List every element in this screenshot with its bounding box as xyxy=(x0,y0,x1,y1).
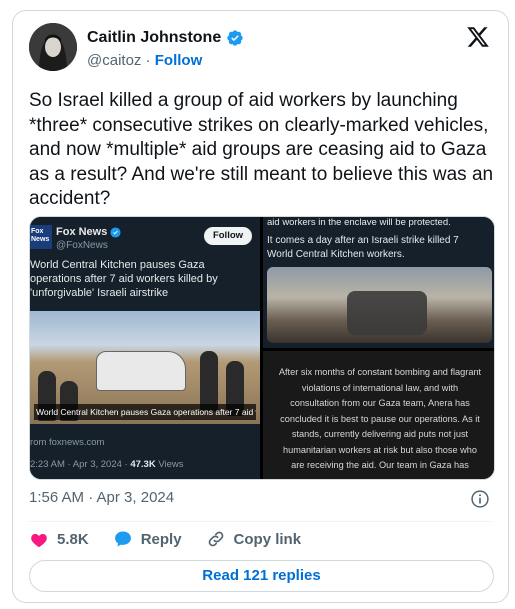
reply-bubble-icon xyxy=(114,531,131,547)
person-shape xyxy=(200,351,218,411)
follow-button[interactable]: Follow xyxy=(155,52,203,69)
fox-news-meta: 2:23 AM · Apr 3, 2024 · 47.3K Views xyxy=(30,459,184,470)
handle-separator: · xyxy=(145,52,151,69)
media-anera-statement[interactable]: After six months of constant bombing and… xyxy=(263,351,494,479)
photo-caption: World Central Kitchen pauses Gaza operat… xyxy=(34,404,256,420)
media-grid[interactable]: Fox News Fox News @FoxNews Follow World … xyxy=(29,216,495,480)
author-handle-row: @caitoz · Follow xyxy=(87,52,202,69)
fox-news-views-label: Views xyxy=(155,459,184,470)
copy-link-label: Copy link xyxy=(233,530,302,548)
heart-icon xyxy=(31,534,47,548)
fox-news-handle: @FoxNews xyxy=(56,240,108,251)
media-fox-news-screenshot[interactable]: Fox News Fox News @FoxNews Follow World … xyxy=(30,217,260,479)
tweet-card: Caitlin Johnstone @caitoz · Follow So Is… xyxy=(12,10,509,603)
tweet-text: So Israel killed a group of aid workers … xyxy=(29,90,494,209)
media-wck-screenshot[interactable]: aid workers in the enclave will be prote… xyxy=(263,217,494,348)
wck-text-line2: It comes a day after an Israeli strike k… xyxy=(267,235,459,260)
fox-news-meta-time: 2:23 AM · Apr 3, 2024 · xyxy=(30,459,131,470)
fox-news-headline: World Central Kitchen pauses Gaza operat… xyxy=(30,259,218,299)
verified-badge-icon xyxy=(110,226,121,238)
wck-text-line1: aid workers in the enclave will be prote… xyxy=(267,217,451,228)
author-name-row: Caitlin Johnstone xyxy=(87,29,244,47)
info-icon[interactable] xyxy=(470,489,490,509)
divider xyxy=(29,521,492,522)
fox-news-logo: Fox News xyxy=(30,225,52,249)
reply-button[interactable]: Reply xyxy=(113,529,182,549)
like-button[interactable]: 5.8K xyxy=(29,529,89,549)
anera-statement-text: After six months of constant bombing and… xyxy=(278,367,482,470)
link-source: rom foxnews.com xyxy=(30,437,105,448)
avatar[interactable] xyxy=(29,23,77,71)
like-count: 5.8K xyxy=(57,530,89,548)
aid-vehicle-photo: World Central Kitchen pauses Gaza operat… xyxy=(30,311,260,424)
fox-news-name-row: Fox News xyxy=(56,226,121,238)
read-replies-button[interactable]: Read 121 replies xyxy=(29,560,494,592)
author-name[interactable]: Caitlin Johnstone xyxy=(87,29,221,47)
vehicle-shape xyxy=(96,351,186,391)
fox-news-name: Fox News xyxy=(56,226,108,238)
tweet-timestamp[interactable]: 1:56 AM · Apr 3, 2024 xyxy=(29,489,174,506)
wreck-shape xyxy=(347,291,427,335)
reply-label: Reply xyxy=(140,530,182,548)
verified-badge-icon xyxy=(227,30,243,46)
fox-news-follow-button: Follow xyxy=(204,227,252,245)
action-bar: 5.8K Reply Copy link xyxy=(29,529,325,549)
copy-link-button[interactable]: Copy link xyxy=(206,529,302,549)
x-logo-icon[interactable] xyxy=(466,25,490,49)
fox-news-views-count: 47.3K xyxy=(130,459,156,470)
author-handle[interactable]: @caitoz xyxy=(87,52,141,69)
link-icon xyxy=(208,531,223,547)
wreck-photo xyxy=(267,267,492,343)
